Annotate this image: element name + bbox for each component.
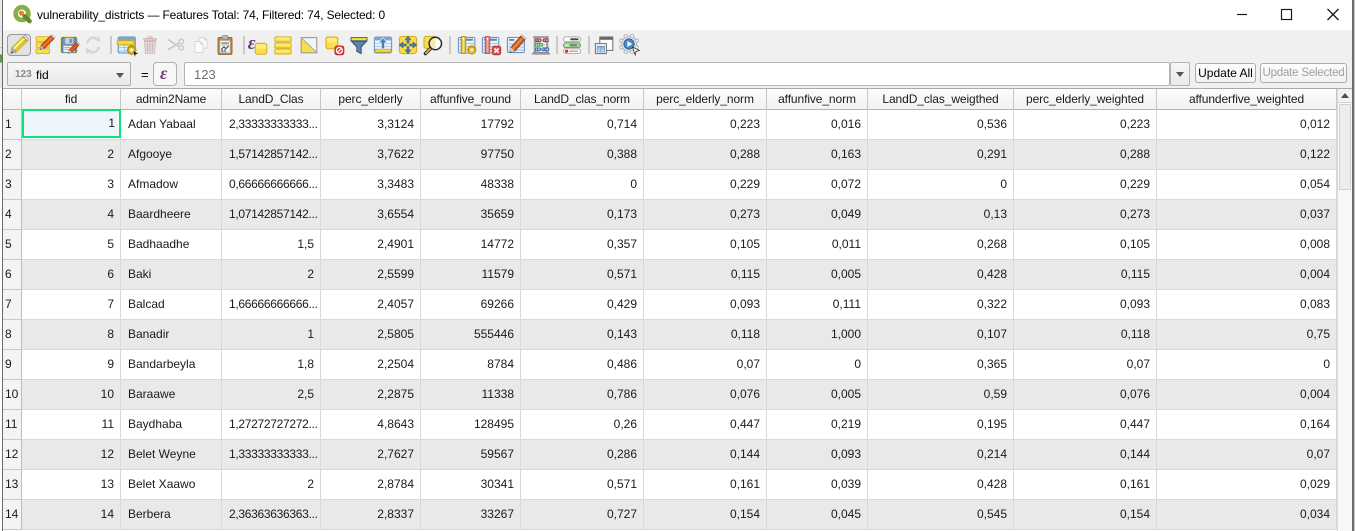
svg-text:ε: ε — [248, 33, 256, 54]
